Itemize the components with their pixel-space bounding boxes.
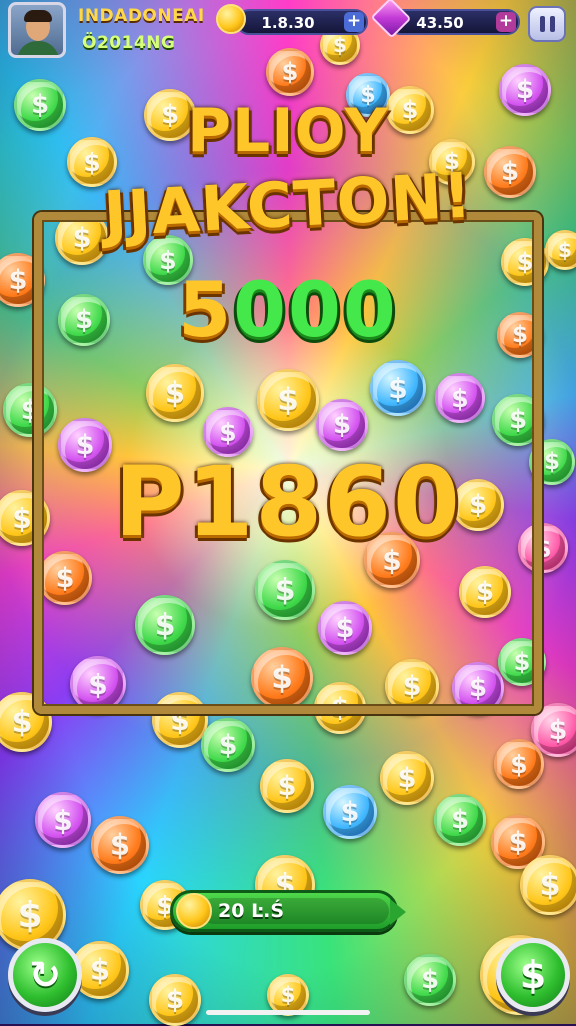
jackpot-amount-first-digit: 5 <box>178 265 234 354</box>
coin-icon: $ <box>494 739 544 789</box>
dollar-sign-icon: $ <box>281 58 299 86</box>
gold-balance: 1.8.30 + <box>236 9 368 35</box>
progress-label: 20 Ŀ.Ś <box>218 900 284 922</box>
gold-coin-icon <box>216 4 246 34</box>
coin-icon: $ <box>35 792 91 848</box>
coin-icon: $ <box>266 48 314 96</box>
jackpot-title-line1: PLIOY <box>187 96 389 166</box>
progress-coin-icon <box>176 893 212 929</box>
dollar-sign-icon: $ <box>17 894 43 936</box>
dollar-sign-icon: $ <box>420 965 440 995</box>
dollar-sign-icon: $ <box>508 826 528 858</box>
coin-icon: $ <box>434 794 486 846</box>
dollar-sign-icon: $ <box>539 867 561 903</box>
jackpot-amount-rest: 000 <box>233 265 398 354</box>
dollar-sign-icon: $ <box>53 803 73 837</box>
prize-amount: P1860 <box>114 446 462 558</box>
avatar-hair <box>24 10 52 22</box>
dollar-sign-icon: $ <box>277 770 297 802</box>
coin-icon: $ <box>323 785 377 839</box>
dollar-sign-icon: $ <box>280 983 296 1007</box>
coin-icon: $ <box>149 974 201 1026</box>
pause-icon-bar-left <box>539 16 545 32</box>
dollar-sign-icon: $ <box>397 762 417 794</box>
refresh-button[interactable]: ↻ <box>8 938 82 1012</box>
coin-icon: $ <box>404 954 456 1006</box>
dollar-sign-icon: $ <box>165 985 185 1015</box>
add-gems-button[interactable]: + <box>496 12 516 32</box>
player-name: INDADONEAI <box>78 6 205 26</box>
coin-icon: $ <box>260 759 314 813</box>
progress-count: 20 <box>218 900 245 922</box>
dollar-sign-icon: $ <box>218 729 238 761</box>
pause-icon-bar-right <box>549 16 555 32</box>
player-avatar[interactable] <box>8 2 66 58</box>
dollar-sign-icon: $ <box>450 805 470 835</box>
dollar-sign-icon: $ <box>548 714 568 746</box>
jackpot-amount: 5000 <box>0 265 576 354</box>
dollar-sign-icon: $ <box>333 33 347 57</box>
gold-balance-value: 1.8.30 <box>261 14 315 32</box>
pause-button[interactable] <box>528 6 566 42</box>
avatar-body <box>17 41 59 55</box>
collect-button[interactable]: $ <box>496 938 570 1012</box>
dollar-sign-icon: $ <box>89 953 111 987</box>
refresh-icon: ↻ <box>29 953 61 997</box>
coin-icon: $ <box>201 718 255 772</box>
dollar-sign-icon: $ <box>510 749 528 779</box>
dollar-sign-icon: $ <box>11 704 33 740</box>
coin-icon: $ <box>380 751 434 805</box>
progress-arrow-icon <box>390 899 406 925</box>
dollar-sign-icon: $ <box>340 796 360 828</box>
home-indicator <box>206 1010 370 1015</box>
coin-icon: $ <box>91 816 149 874</box>
dollar-sign-icon: $ <box>558 238 572 262</box>
progress-suffix: Ŀ.Ś <box>251 900 285 922</box>
dollar-coin-icon: $ <box>519 953 547 997</box>
coin-icon: $ <box>520 855 576 915</box>
player-subtitle: Ö2014NG <box>82 33 176 53</box>
add-gold-button[interactable]: + <box>344 12 364 32</box>
dollar-sign-icon: $ <box>109 828 131 862</box>
